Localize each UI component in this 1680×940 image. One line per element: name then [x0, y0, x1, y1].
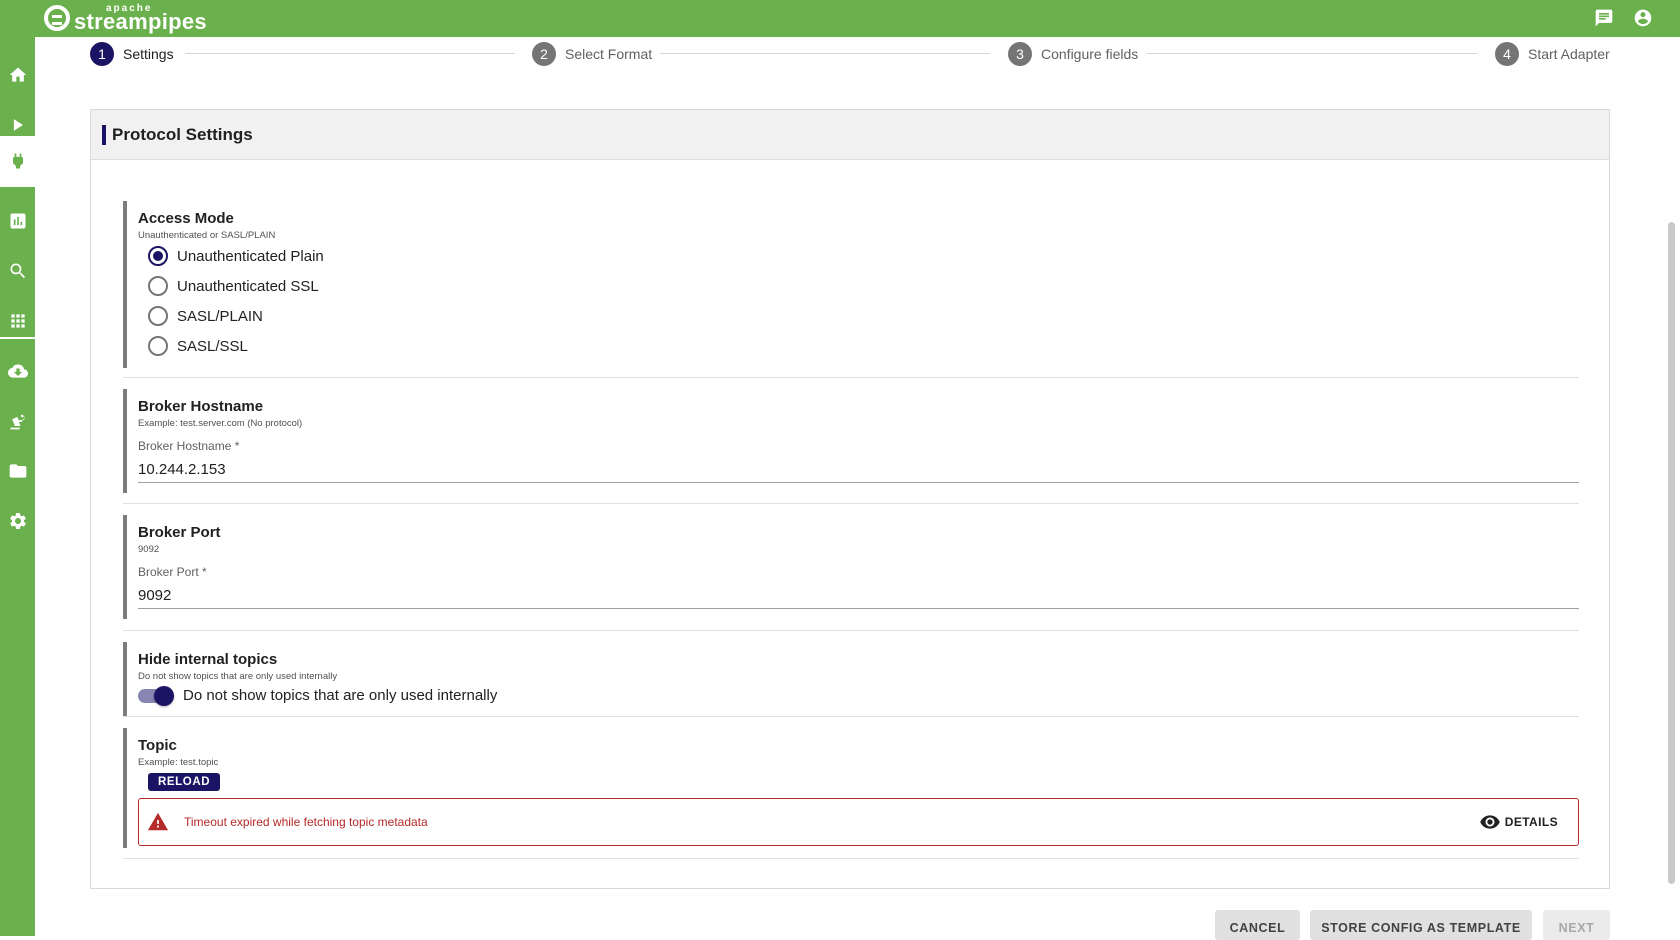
sidebar-item-home[interactable]: [0, 51, 35, 99]
files-icon: [9, 464, 26, 478]
streampipes-logo[interactable]: apache streampipes: [44, 2, 207, 34]
step-number: 3: [1008, 42, 1032, 66]
sidebar-item-settings[interactable]: [0, 497, 35, 545]
radio-button[interactable]: [148, 306, 168, 326]
wizard-stepper: 1 Settings 2 Select Format 3 Configure f…: [90, 42, 1610, 66]
card-title: Protocol Settings: [112, 125, 253, 144]
sidebar: [0, 37, 35, 936]
section-title: Broker Hostname: [138, 398, 264, 415]
step-label: Select Format: [565, 46, 653, 62]
broker-port-section: Broker Port 9092 Broker Port *: [123, 515, 1579, 619]
step-connector: [660, 53, 990, 54]
radio-sasl-plain[interactable]: SASL/PLAIN: [148, 305, 263, 327]
sidebar-item-dashboard[interactable]: [0, 197, 35, 245]
radio-button[interactable]: [148, 276, 168, 296]
data-explorer-icon: [10, 263, 25, 279]
section-title: Hide internal topics: [138, 651, 278, 668]
radio-button[interactable]: [148, 336, 168, 356]
step-configure-fields[interactable]: 3 Configure fields: [1008, 42, 1138, 66]
account-icon[interactable]: [1632, 8, 1654, 28]
radio-unauthenticated-plain[interactable]: Unauthenticated Plain: [148, 245, 324, 267]
assets-icon: [10, 414, 25, 430]
sidebar-item-assets[interactable]: [0, 397, 35, 445]
section-description: Do not show topics that are only used in…: [138, 671, 338, 682]
step-connector: [1147, 53, 1477, 54]
broker-hostname-input[interactable]: [138, 457, 1579, 483]
access-mode-section: Access Mode Unauthenticated or SASL/PLAI…: [123, 201, 1579, 368]
reload-button[interactable]: RELOAD: [148, 773, 221, 791]
section-description: 9092: [138, 544, 160, 555]
step-label: Settings: [123, 46, 174, 62]
connect-icon: [12, 153, 23, 169]
dashboard-icon: [10, 213, 25, 229]
step-settings[interactable]: 1 Settings: [90, 42, 174, 66]
broker-hostname-section: Broker Hostname Example: test.server.com…: [123, 389, 1579, 493]
install-icon: [7, 364, 28, 378]
section-title: Access Mode: [138, 210, 234, 227]
radio-label: Unauthenticated SSL: [177, 277, 319, 295]
section-title: Broker Port: [138, 524, 221, 541]
details-button[interactable]: DETAILS: [1479, 812, 1558, 832]
step-connector: [185, 53, 515, 54]
sidebar-item-connect[interactable]: [0, 137, 35, 185]
sidebar-item-data-explorer[interactable]: [0, 247, 35, 295]
step-number: 1: [90, 42, 114, 66]
radio-unauthenticated-ssl[interactable]: Unauthenticated SSL: [148, 275, 319, 297]
hide-topics-toggle[interactable]: [138, 686, 174, 706]
radio-sasl-ssl[interactable]: SASL/SSL: [148, 335, 248, 357]
error-text: Timeout expired while fetching topic met…: [184, 815, 428, 829]
protocol-settings-card: Protocol Settings Access Mode Unauthenti…: [90, 109, 1610, 889]
topic-section: Topic Example: test.topic RELOAD Timeout…: [123, 728, 1579, 848]
radio-label: SASL/SSL: [177, 337, 248, 355]
logo-name: streampipes: [74, 9, 207, 34]
home-icon: [9, 67, 26, 82]
apps-icon: [10, 314, 25, 328]
field-label: Broker Hostname *: [138, 439, 240, 453]
section-description: Example: test.topic: [138, 757, 219, 768]
step-label: Configure fields: [1041, 46, 1139, 62]
field-label: Broker Port *: [138, 565, 207, 579]
section-title: Topic: [138, 737, 177, 754]
eye-icon: [1479, 815, 1500, 829]
details-label: DETAILS: [1504, 815, 1558, 829]
step-number: 4: [1495, 42, 1519, 66]
logo-small-text: apache: [106, 3, 153, 14]
toggle-label: Do not show topics that are only used in…: [183, 687, 498, 704]
sidebar-item-files[interactable]: [0, 447, 35, 495]
notifications-icon[interactable]: [1593, 8, 1615, 28]
logo-icon: [44, 5, 70, 31]
settings-icon: [9, 513, 26, 529]
warning-icon: [147, 812, 169, 831]
section-description: Example: test.server.com (No protocol): [138, 418, 303, 429]
step-number: 2: [532, 42, 556, 66]
radio-button[interactable]: [148, 246, 168, 266]
step-start-adapter[interactable]: 4 Start Adapter: [1495, 42, 1610, 66]
error-message-box: Timeout expired while fetching topic met…: [138, 798, 1579, 846]
broker-port-input[interactable]: [138, 583, 1579, 609]
sidebar-item-install[interactable]: [0, 347, 35, 395]
step-select-format[interactable]: 2 Select Format: [532, 42, 652, 66]
hide-internal-topics-section: Hide internal topics Do not show topics …: [123, 642, 1579, 716]
top-bar: apache streampipes: [0, 0, 1680, 37]
card-header: Protocol Settings: [91, 110, 1609, 160]
radio-label: Unauthenticated Plain: [177, 247, 324, 265]
step-label: Start Adapter: [1528, 46, 1610, 62]
section-description: Unauthenticated or SASL/PLAIN: [138, 230, 276, 241]
scrollbar[interactable]: [1668, 222, 1675, 884]
pipeline-icon: [13, 119, 23, 131]
radio-label: SASL/PLAIN: [177, 307, 263, 325]
